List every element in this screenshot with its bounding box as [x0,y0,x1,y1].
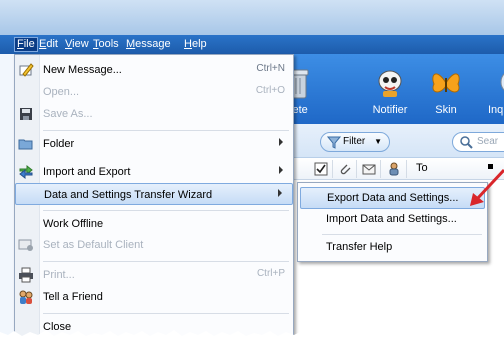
menu-item-label: Set as Default Client [43,239,144,251]
attachment-icon[interactable] [338,162,352,176]
menu-item-work-offline[interactable]: Work Offline [15,213,293,235]
submenu-item-label: Transfer Help [326,241,393,253]
notifier-button[interactable]: Notifier [360,60,420,120]
to-column-label[interactable]: To [416,162,428,174]
checkbox-column-icon[interactable] [314,162,328,176]
submenu-item-label: Export Data and Settings... [327,192,459,204]
skin-button[interactable]: Skin [416,60,476,120]
column-marker [488,164,493,169]
transfer-wizard-submenu: Export Data and Settings... Import Data … [297,182,488,262]
shortcut-label: Ctrl+O [255,85,285,96]
funnel-icon [327,136,341,149]
menu-item-save-as[interactable]: Save As... [15,103,293,125]
filter-bar: Filter ▼ Sear [294,124,504,158]
menu-bar: File Edit View Tools Message Help [0,35,504,54]
menu-item-data-transfer-wizard[interactable]: Data and Settings Transfer Wizard [15,183,293,205]
file-menu: New Message... Ctrl+N Open... Ctrl+O Sav… [14,54,294,338]
skin-label: Skin [435,104,457,116]
menu-item-label: Import and Export [43,166,131,178]
menu-item-set-default-client[interactable]: Set as Default Client [15,234,293,256]
message-list-header: To [294,158,504,180]
filter-button[interactable]: Filter ▼ [320,132,390,152]
butterfly-icon [432,73,460,93]
menu-tools[interactable]: Tools [91,37,121,52]
search-placeholder: Sear [477,136,499,147]
menu-item-label: Data and Settings Transfer Wizard [44,189,213,201]
menu-edit[interactable]: Edit [37,37,60,52]
menu-item-label: Save As... [43,108,93,120]
contact-icon[interactable] [387,162,401,176]
inquiry-label: Inq [488,104,504,116]
main-toolbar: Delete Notifier Skin Inq [276,54,504,124]
menu-item-label: New Message... [43,64,122,76]
menu-file[interactable]: File [14,37,38,52]
torn-edge [0,330,504,338]
menu-item-new-message[interactable]: New Message... Ctrl+N [15,59,293,81]
submenu-arrow-icon [278,189,282,197]
submenu-item-transfer-help[interactable]: Transfer Help [300,237,485,259]
menu-view[interactable]: View [63,37,91,52]
new-message-icon [19,63,34,77]
shortcut-label: Ctrl+P [256,268,285,279]
folder-icon [18,139,33,150]
envelope-icon[interactable] [362,162,376,176]
notifier-icon [378,70,402,97]
default-client-icon [18,239,33,251]
print-icon [19,267,33,283]
menu-item-folder[interactable]: Folder [15,133,293,155]
menu-item-import-export[interactable]: Import and Export [15,161,293,183]
inquiry-button[interactable]: Inq [476,60,504,120]
menu-message[interactable]: Message [124,37,173,52]
submenu-item-import-data[interactable]: Import Data and Settings... [300,209,485,231]
shortcut-label: Ctrl+N [256,63,285,74]
menu-item-label: Open... [43,86,80,98]
search-input[interactable]: Sear [452,132,504,152]
inquiry-icon [500,73,504,91]
submenu-arrow-icon [279,138,283,146]
menu-item-label: Print... [43,269,75,281]
menu-item-label: Work Offline [43,218,104,230]
menu-help[interactable]: Help [182,37,209,52]
filter-label: Filter [343,136,366,147]
menu-item-tell-a-friend[interactable]: Tell a Friend [15,286,293,308]
window-title-strip [0,0,504,35]
import-export-icon [19,164,33,180]
menu-item-label: Folder [43,138,75,150]
tell-friend-icon [19,290,33,304]
submenu-item-label: Import Data and Settings... [326,213,457,225]
submenu-item-export-data[interactable]: Export Data and Settings... [300,187,485,209]
save-icon [20,108,32,120]
chevron-down-icon: ▼ [374,137,382,146]
menu-item-print[interactable]: Print... Ctrl+P [15,264,293,286]
search-icon [460,136,473,149]
notifier-label: Notifier [372,104,408,116]
submenu-arrow-icon [279,166,283,174]
menu-item-label: Tell a Friend [43,291,103,303]
menu-item-open[interactable]: Open... Ctrl+O [15,81,293,103]
